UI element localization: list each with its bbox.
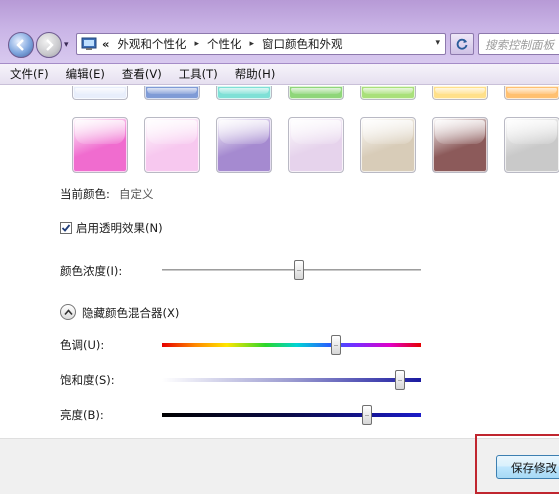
intensity-label: 颜色浓度(I):: [60, 264, 123, 278]
highlight-annotation-box: [475, 434, 559, 494]
saturation-slider-thumb[interactable]: [395, 370, 406, 390]
checkmark-icon: [61, 224, 71, 232]
color-swatch[interactable]: [360, 117, 416, 173]
saturation-label: 饱和度(S):: [60, 373, 115, 387]
refresh-icon: [456, 38, 468, 50]
search-input[interactable]: 搜索控制面板: [478, 33, 559, 55]
saturation-slider-track[interactable]: [162, 378, 421, 382]
transparency-checkbox[interactable]: [60, 222, 72, 234]
menu-help[interactable]: 帮助(H): [235, 66, 276, 82]
current-color-value: 自定义: [119, 187, 154, 201]
hue-slider-track[interactable]: [162, 343, 421, 347]
back-button[interactable]: [8, 32, 34, 58]
window-chrome: ▾ « 外观和个性化 ▸ 个性化 ▸ 窗口颜色和外观 ▾ 搜索控制面板: [0, 0, 559, 64]
color-swatch[interactable]: [72, 117, 128, 173]
menu-file[interactable]: 文件(F): [10, 66, 49, 82]
menu-edit[interactable]: 编辑(E): [66, 66, 105, 82]
color-swatch[interactable]: [72, 86, 128, 100]
forward-arrow-icon: [46, 39, 54, 51]
control-panel-icon: [81, 37, 97, 50]
menu-bar: 文件(F) 编辑(E) 查看(V) 工具(T) 帮助(H): [0, 64, 559, 85]
color-swatch[interactable]: [216, 117, 272, 173]
mixer-toggle-label[interactable]: 隐藏颜色混合器(X): [82, 305, 179, 321]
color-swatch[interactable]: [144, 117, 200, 173]
hue-label: 色调(U):: [60, 338, 105, 352]
color-swatch[interactable]: [288, 117, 344, 173]
transparency-label[interactable]: 启用透明效果(N): [76, 220, 163, 236]
color-swatch[interactable]: [288, 86, 344, 100]
recent-pages-dropdown[interactable]: ▾: [64, 40, 69, 50]
brightness-label: 亮度(B):: [60, 408, 104, 422]
breadcrumb-overflow[interactable]: «: [102, 37, 109, 51]
brightness-slider-track[interactable]: [162, 413, 421, 417]
back-arrow-icon: [16, 39, 24, 51]
refresh-button[interactable]: [450, 33, 474, 55]
color-swatch[interactable]: [360, 86, 416, 100]
menu-view[interactable]: 查看(V): [122, 66, 162, 82]
menu-tools[interactable]: 工具(T): [179, 66, 218, 82]
current-color-label: 当前颜色:: [60, 187, 110, 201]
brightness-slider-thumb[interactable]: [361, 405, 372, 425]
hue-slider-thumb[interactable]: [330, 335, 341, 355]
intensity-slider-thumb[interactable]: [294, 260, 305, 280]
breadcrumb-item-personalization[interactable]: 个性化: [207, 36, 242, 52]
intensity-slider-track[interactable]: [162, 269, 421, 271]
color-swatch[interactable]: [216, 86, 272, 100]
color-swatch[interactable]: [504, 117, 559, 173]
mixer-collapse-button[interactable]: [60, 304, 76, 320]
breadcrumb-separator-icon[interactable]: ▸: [249, 39, 254, 49]
breadcrumb-item-window-color[interactable]: 窗口颜色和外观: [262, 36, 343, 52]
color-swatch[interactable]: [504, 86, 559, 100]
forward-button[interactable]: [36, 32, 62, 58]
breadcrumb-separator-icon[interactable]: ▸: [194, 39, 199, 49]
breadcrumb-item-appearance[interactable]: 外观和个性化: [117, 36, 186, 52]
address-bar[interactable]: « 外观和个性化 ▸ 个性化 ▸ 窗口颜色和外观 ▾: [76, 33, 446, 55]
address-dropdown-icon[interactable]: ▾: [435, 38, 440, 48]
chevron-up-icon: [63, 308, 73, 315]
color-swatch[interactable]: [432, 86, 488, 100]
color-swatch[interactable]: [144, 86, 200, 100]
color-swatch[interactable]: [432, 117, 488, 173]
